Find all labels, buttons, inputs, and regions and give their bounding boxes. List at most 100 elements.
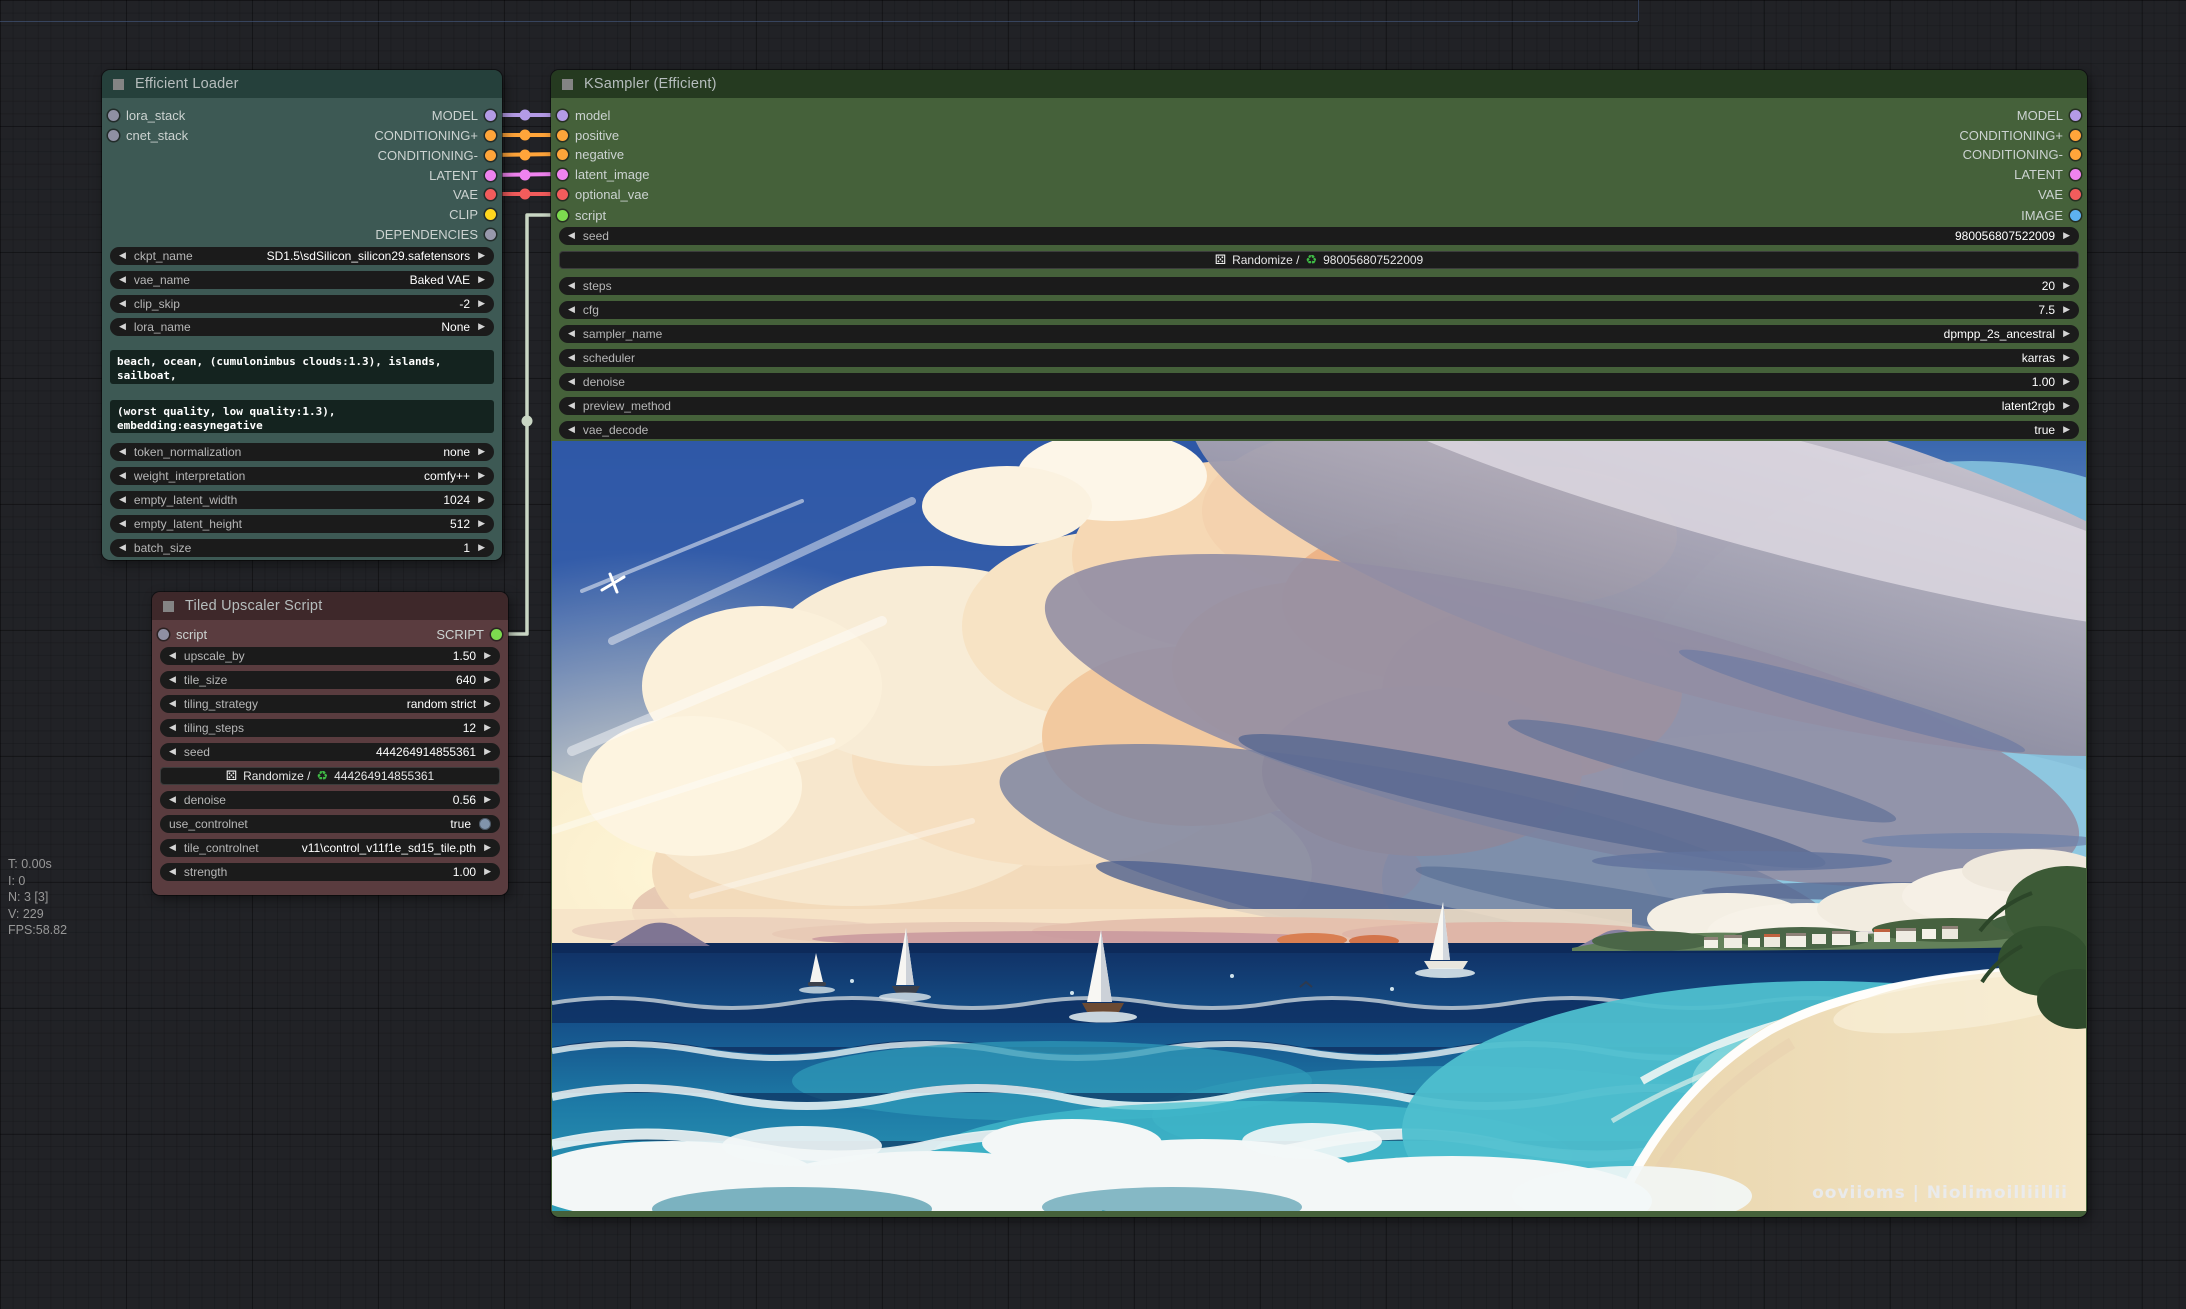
increment-arrow-icon[interactable]: ▶ — [478, 471, 485, 481]
widget-clip-skip[interactable]: ◀ clip_skip -2 ▶ — [110, 295, 494, 313]
increment-arrow-icon[interactable]: ▶ — [478, 275, 485, 285]
widget-denoise[interactable]: ◀ denoise 0.56 ▶ — [160, 791, 500, 809]
input-port-cnet-stack[interactable]: cnet_stack — [108, 125, 188, 145]
graph-canvas[interactable]: Efficient Loader lora_stack cnet_stack M… — [0, 0, 2186, 1309]
output-port-dependencies[interactable]: DEPENDENCIES — [375, 224, 496, 244]
increment-arrow-icon[interactable]: ▶ — [2063, 329, 2070, 339]
increment-arrow-icon[interactable]: ▶ — [478, 495, 485, 505]
increment-arrow-icon[interactable]: ▶ — [484, 723, 491, 733]
node-header[interactable]: KSampler (Efficient) — [551, 70, 2087, 98]
output-port-conditioning-neg[interactable]: CONDITIONING- — [1963, 144, 2081, 164]
randomize-button[interactable]: ⚄ Randomize / ♻ 980056807522009 — [559, 251, 2079, 269]
decrement-arrow-icon[interactable]: ◀ — [169, 795, 176, 805]
decrement-arrow-icon[interactable]: ◀ — [568, 281, 575, 291]
decrement-arrow-icon[interactable]: ◀ — [119, 519, 126, 529]
input-port-script[interactable]: script — [158, 624, 207, 644]
decrement-arrow-icon[interactable]: ◀ — [169, 651, 176, 661]
widget-seed[interactable]: ◀ seed 444264914855361 ▶ — [160, 743, 500, 761]
output-port-model[interactable]: MODEL — [2017, 105, 2081, 125]
widget-vae-name[interactable]: ◀ vae_name Baked VAE ▶ — [110, 271, 494, 289]
decrement-arrow-icon[interactable]: ◀ — [568, 329, 575, 339]
toggle-icon[interactable] — [479, 818, 491, 830]
decrement-arrow-icon[interactable]: ◀ — [119, 322, 126, 332]
decrement-arrow-icon[interactable]: ◀ — [169, 675, 176, 685]
output-port-conditioning-neg[interactable]: CONDITIONING- — [378, 145, 496, 165]
collapse-icon[interactable] — [562, 79, 573, 90]
node-header[interactable]: Efficient Loader — [102, 70, 502, 98]
collapse-icon[interactable] — [163, 601, 174, 612]
decrement-arrow-icon[interactable]: ◀ — [169, 867, 176, 877]
widget-vae-decode[interactable]: ◀ vae_decode true ▶ — [559, 421, 2079, 439]
decrement-arrow-icon[interactable]: ◀ — [568, 305, 575, 315]
widget-ckpt-name[interactable]: ◀ ckpt_name SD1.5\sdSilicon_silicon29.sa… — [110, 247, 494, 265]
node-efficient-loader[interactable]: Efficient Loader lora_stack cnet_stack M… — [102, 70, 502, 560]
increment-arrow-icon[interactable]: ▶ — [2063, 353, 2070, 363]
widget-token-normalization[interactable]: ◀ token_normalization none ▶ — [110, 443, 494, 461]
input-port-lora-stack[interactable]: lora_stack — [108, 105, 185, 125]
decrement-arrow-icon[interactable]: ◀ — [568, 377, 575, 387]
widget-cfg[interactable]: ◀ cfg 7.5 ▶ — [559, 301, 2079, 319]
widget-tiling-strategy[interactable]: ◀ tiling_strategy random strict ▶ — [160, 695, 500, 713]
output-port-model[interactable]: MODEL — [432, 105, 496, 125]
input-port-negative[interactable]: negative — [557, 144, 624, 164]
decrement-arrow-icon[interactable]: ◀ — [119, 275, 126, 285]
increment-arrow-icon[interactable]: ▶ — [2063, 425, 2070, 435]
increment-arrow-icon[interactable]: ▶ — [478, 251, 485, 261]
output-port-script[interactable]: SCRIPT — [436, 624, 502, 644]
increment-arrow-icon[interactable]: ▶ — [2063, 377, 2070, 387]
widget-tile-size[interactable]: ◀ tile_size 640 ▶ — [160, 671, 500, 689]
increment-arrow-icon[interactable]: ▶ — [478, 543, 485, 553]
collapse-icon[interactable] — [113, 79, 124, 90]
output-port-conditioning-pos[interactable]: CONDITIONING+ — [1959, 125, 2081, 145]
widget-weight-interpretation[interactable]: ◀ weight_interpretation comfy++ ▶ — [110, 467, 494, 485]
output-port-clip[interactable]: CLIP — [449, 204, 496, 224]
input-port-script[interactable]: script — [557, 205, 606, 225]
decrement-arrow-icon[interactable]: ◀ — [119, 299, 126, 309]
widget-upscale-by[interactable]: ◀ upscale_by 1.50 ▶ — [160, 647, 500, 665]
input-port-model[interactable]: model — [557, 105, 610, 125]
increment-arrow-icon[interactable]: ▶ — [484, 795, 491, 805]
decrement-arrow-icon[interactable]: ◀ — [119, 543, 126, 553]
input-port-latent-image[interactable]: latent_image — [557, 164, 649, 184]
widget-lora-name[interactable]: ◀ lora_name None ▶ — [110, 318, 494, 336]
decrement-arrow-icon[interactable]: ◀ — [169, 747, 176, 757]
widget-strength[interactable]: ◀ strength 1.00 ▶ — [160, 863, 500, 881]
widget-seed[interactable]: ◀ seed 980056807522009 ▶ — [559, 227, 2079, 245]
decrement-arrow-icon[interactable]: ◀ — [169, 699, 176, 709]
widget-sampler-name[interactable]: ◀ sampler_name dpmpp_2s_ancestral ▶ — [559, 325, 2079, 343]
decrement-arrow-icon[interactable]: ◀ — [169, 843, 176, 853]
increment-arrow-icon[interactable]: ▶ — [484, 843, 491, 853]
output-port-latent[interactable]: LATENT — [2014, 164, 2081, 184]
increment-arrow-icon[interactable]: ▶ — [484, 651, 491, 661]
output-port-vae[interactable]: VAE — [453, 184, 496, 204]
increment-arrow-icon[interactable]: ▶ — [2063, 401, 2070, 411]
increment-arrow-icon[interactable]: ▶ — [2063, 231, 2070, 241]
increment-arrow-icon[interactable]: ▶ — [2063, 281, 2070, 291]
randomize-button[interactable]: ⚄ Randomize / ♻ 444264914855361 — [160, 767, 500, 785]
node-header[interactable]: Tiled Upscaler Script — [152, 592, 508, 620]
increment-arrow-icon[interactable]: ▶ — [478, 322, 485, 332]
widget-denoise[interactable]: ◀ denoise 1.00 ▶ — [559, 373, 2079, 391]
increment-arrow-icon[interactable]: ▶ — [478, 519, 485, 529]
decrement-arrow-icon[interactable]: ◀ — [568, 353, 575, 363]
node-ksampler-efficient[interactable]: KSampler (Efficient) model positive nega… — [551, 70, 2087, 1217]
increment-arrow-icon[interactable]: ▶ — [484, 867, 491, 877]
decrement-arrow-icon[interactable]: ◀ — [169, 723, 176, 733]
decrement-arrow-icon[interactable]: ◀ — [119, 495, 126, 505]
decrement-arrow-icon[interactable]: ◀ — [119, 471, 126, 481]
widget-tiling-steps[interactable]: ◀ tiling_steps 12 ▶ — [160, 719, 500, 737]
output-port-conditioning-pos[interactable]: CONDITIONING+ — [374, 125, 496, 145]
increment-arrow-icon[interactable]: ▶ — [478, 447, 485, 457]
widget-preview-method[interactable]: ◀ preview_method latent2rgb ▶ — [559, 397, 2079, 415]
input-port-optional-vae[interactable]: optional_vae — [557, 184, 649, 204]
decrement-arrow-icon[interactable]: ◀ — [119, 251, 126, 261]
widget-empty-latent-height[interactable]: ◀ empty_latent_height 512 ▶ — [110, 515, 494, 533]
increment-arrow-icon[interactable]: ▶ — [484, 675, 491, 685]
widget-use-controlnet[interactable]: use_controlnet true — [160, 815, 500, 833]
widget-tile-controlnet[interactable]: ◀ tile_controlnet v11\control_v11f1e_sd1… — [160, 839, 500, 857]
widget-scheduler[interactable]: ◀ scheduler karras ▶ — [559, 349, 2079, 367]
increment-arrow-icon[interactable]: ▶ — [484, 699, 491, 709]
increment-arrow-icon[interactable]: ▶ — [478, 299, 485, 309]
output-port-image[interactable]: IMAGE — [2021, 205, 2081, 225]
output-port-vae[interactable]: VAE — [2038, 184, 2081, 204]
